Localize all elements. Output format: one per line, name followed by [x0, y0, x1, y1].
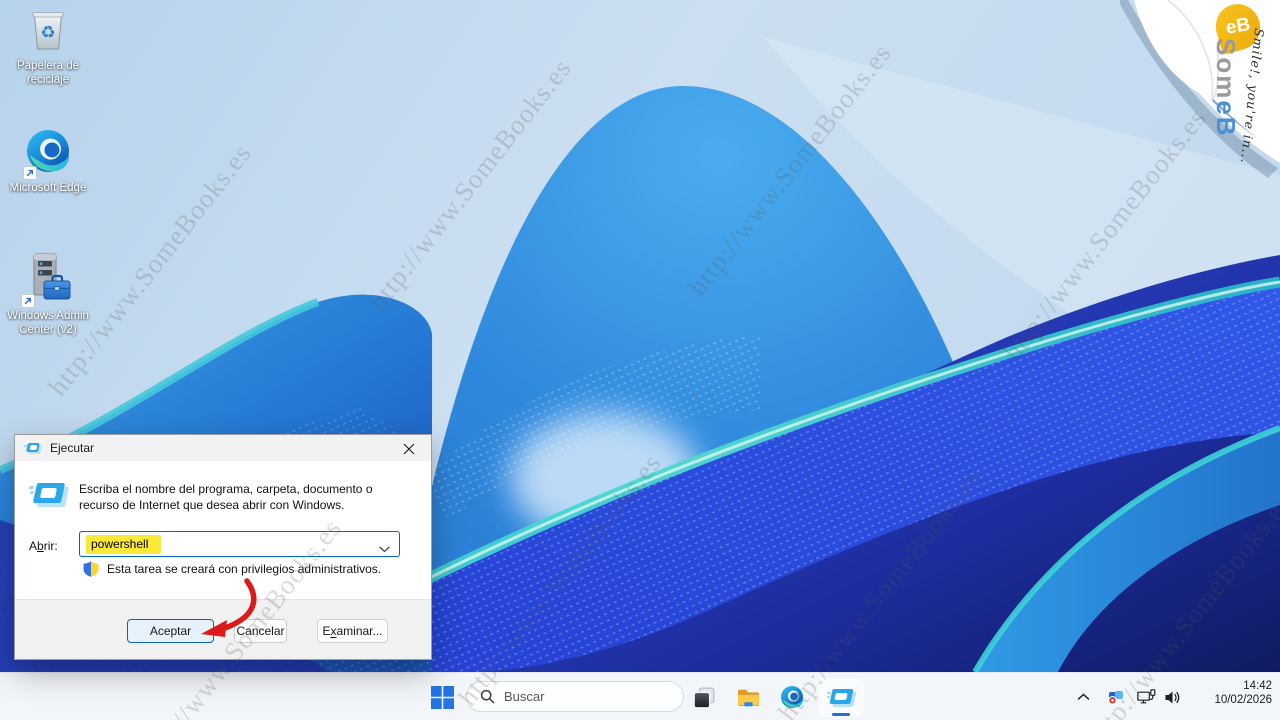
volume-icon[interactable]	[1160, 687, 1184, 707]
windows-logo-icon	[430, 685, 454, 709]
admin-center-icon	[21, 252, 73, 308]
hidden-icons-button[interactable]	[1072, 687, 1094, 707]
clock-time: 14:42	[1243, 680, 1272, 692]
combobox-chevron-icon[interactable]	[379, 542, 390, 556]
run-taskbar-button[interactable]	[818, 678, 864, 717]
uac-row: Esta tarea se creará con privilegios adm…	[83, 561, 381, 577]
svg-text:♻: ♻	[40, 23, 55, 43]
open-label: Abrir:	[29, 539, 58, 553]
edge-taskbar-button[interactable]	[776, 682, 808, 712]
task-view-icon	[692, 687, 714, 709]
cancel-button[interactable]: Cancelar	[234, 619, 287, 643]
desktop-screen: ♻ Papelera de reciclaje Microsoft Edge W…	[0, 0, 1280, 720]
run-dialog: Ejecutar Escriba el nombre del programa,…	[14, 434, 432, 660]
start-button[interactable]	[424, 678, 460, 716]
browse-button[interactable]: Ex aminar...	[317, 619, 388, 643]
dialog-titlebar: Ejecutar	[15, 435, 431, 461]
edge-icon	[781, 686, 803, 708]
combobox-value: powershell	[86, 535, 162, 554]
desktop-icon-label: Windows Admin Center (v2)	[7, 310, 89, 336]
run-window-icon	[826, 688, 857, 708]
file-explorer-button[interactable]	[732, 682, 764, 712]
dialog-description: Escriba el nombre del programa, carpeta,…	[79, 482, 373, 512]
highlighted-input-value: powershell	[86, 535, 162, 554]
desktop-icon-admin-center[interactable]: Windows Admin Center (v2)	[6, 252, 90, 337]
admin-center-tray-icon[interactable]	[1104, 687, 1128, 707]
shortcut-arrow-icon	[21, 294, 35, 308]
search-icon	[480, 689, 495, 704]
task-view-button[interactable]	[688, 682, 720, 712]
active-app-indicator	[832, 713, 850, 716]
shortcut-arrow-icon	[23, 166, 37, 180]
search-box[interactable]: Buscar	[466, 681, 684, 712]
clock[interactable]: 14:42 10/02/2026	[1214, 680, 1272, 707]
ok-button[interactable]: Aceptar	[127, 619, 214, 643]
folder-icon	[737, 689, 759, 706]
run-window-icon-large	[28, 482, 70, 509]
search-placeholder: Buscar	[504, 689, 545, 704]
uac-shield-icon	[83, 561, 99, 577]
recycle-bin-icon: ♻	[30, 8, 66, 57]
dialog-title: Ejecutar	[50, 441, 95, 455]
open-combobox[interactable]: powershell	[79, 531, 400, 557]
desktop-icon-label: Papelera de reciclaje	[16, 60, 80, 86]
edge-icon	[23, 128, 71, 180]
run-window-icon	[23, 442, 42, 454]
chevron-up-icon	[1077, 693, 1089, 700]
desktop-icon-label: Microsoft Edge	[9, 182, 87, 194]
close-icon	[403, 443, 415, 454]
taskbar: Buscar 14:42 10/02/2026	[0, 672, 1280, 720]
network-icon[interactable]	[1134, 687, 1158, 707]
close-button[interactable]	[393, 439, 425, 458]
desktop-icon-recycle-bin[interactable]: ♻ Papelera de reciclaje	[6, 8, 90, 87]
desktop-icon-edge[interactable]: Microsoft Edge	[6, 128, 90, 196]
clock-date: 10/02/2026	[1214, 693, 1272, 706]
admin-note: Esta tarea se creará con privilegios adm…	[107, 562, 382, 576]
